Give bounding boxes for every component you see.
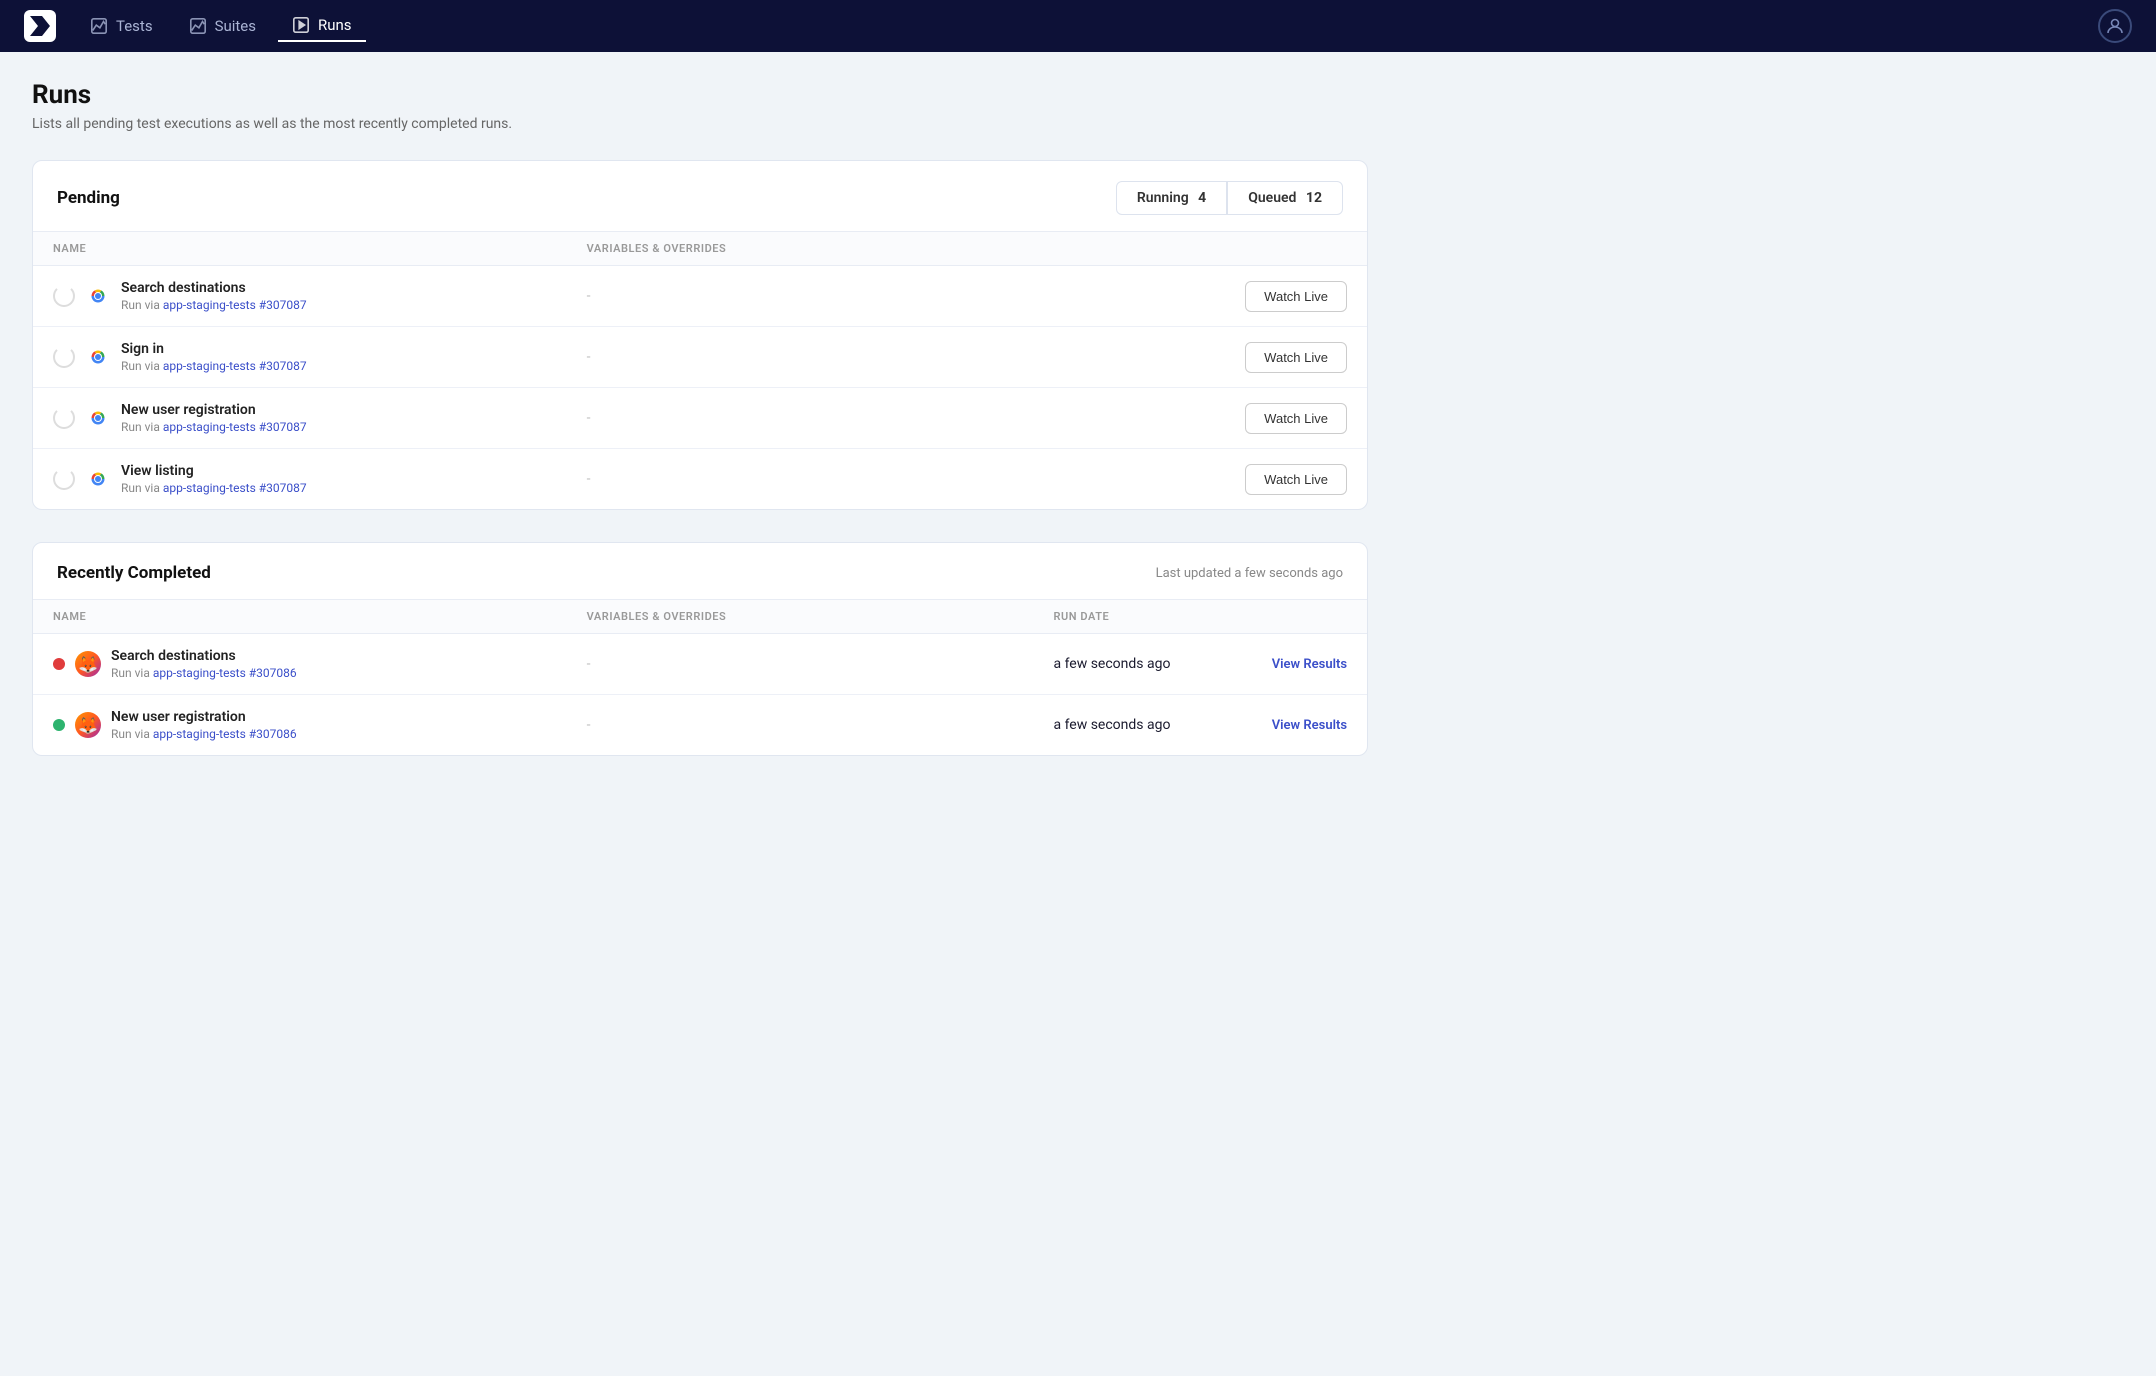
firefox-browser-icon: 🦊 xyxy=(75,712,101,738)
run-via-text: Run via app-staging-tests #307087 xyxy=(121,359,307,373)
spinner-icon xyxy=(53,407,75,429)
run-via-text: Run via app-staging-tests #307086 xyxy=(111,727,297,741)
page-subtitle: Lists all pending test executions as wel… xyxy=(32,116,1368,132)
run-link[interactable]: app-staging-tests #307087 xyxy=(163,359,307,373)
page-title: Runs xyxy=(32,80,1368,110)
spinner-icon xyxy=(53,285,75,307)
pending-table: NAME VARIABLES & OVERRIDES Search des xyxy=(33,231,1367,509)
pending-section: Pending Running 4 Queued 12 NAME VARIABL… xyxy=(32,160,1368,510)
pending-col-action-header xyxy=(1167,232,1367,266)
pending-row-vars: - xyxy=(567,266,1167,327)
test-name: View listing xyxy=(121,463,307,479)
view-results-link[interactable]: View Results xyxy=(1272,657,1347,672)
run-date: a few seconds ago xyxy=(1053,656,1170,672)
run-via-text: Run via app-staging-tests #307087 xyxy=(121,481,307,495)
pending-row-name-cell: View listing Run via app-staging-tests #… xyxy=(33,449,567,510)
running-badge[interactable]: Running 4 xyxy=(1116,181,1227,215)
vars-dash: - xyxy=(587,656,591,672)
chrome-browser-icon xyxy=(85,283,111,309)
pending-row-name-cell: Search destinations Run via app-staging-… xyxy=(33,266,567,327)
pending-table-row: Sign in Run via app-staging-tests #30708… xyxy=(33,327,1367,388)
app-logo[interactable] xyxy=(24,10,56,42)
rc-row-name-cell: 🦊 New user registration Run via app-stag… xyxy=(33,695,567,756)
last-updated-text: Last updated a few seconds ago xyxy=(1156,566,1343,581)
pending-row-action: Watch Live xyxy=(1167,266,1367,327)
pending-table-row: Search destinations Run via app-staging-… xyxy=(33,266,1367,327)
rc-table-row: 🦊 Search destinations Run via app-stagin… xyxy=(33,634,1367,695)
test-name: New user registration xyxy=(111,709,297,725)
spinner-icon xyxy=(53,468,75,490)
nav-item-tests[interactable]: Tests xyxy=(76,11,167,41)
pending-row-action: Watch Live xyxy=(1167,388,1367,449)
recently-completed-section: Recently Completed Last updated a few se… xyxy=(32,542,1368,756)
run-via-text: Run via app-staging-tests #307086 xyxy=(111,666,297,680)
pending-row-action: Watch Live xyxy=(1167,327,1367,388)
pending-section-title: Pending xyxy=(57,188,120,208)
page-content: Runs Lists all pending test executions a… xyxy=(0,52,1400,816)
firefox-browser-icon: 🦊 xyxy=(75,651,101,677)
chrome-browser-icon xyxy=(85,466,111,492)
run-link[interactable]: app-staging-tests #307087 xyxy=(163,481,307,495)
vars-dash: - xyxy=(587,471,591,487)
pending-row-vars: - xyxy=(567,388,1167,449)
rc-row-vars: - xyxy=(567,695,1034,756)
rc-row-action: View Results xyxy=(1234,634,1367,695)
chrome-browser-icon xyxy=(85,405,111,431)
watch-live-button[interactable]: Watch Live xyxy=(1245,464,1347,495)
user-avatar[interactable] xyxy=(2098,9,2132,43)
top-navigation: Tests Suites Runs xyxy=(0,0,2156,52)
pending-row-action: Watch Live xyxy=(1167,449,1367,510)
watch-live-button[interactable]: Watch Live xyxy=(1245,281,1347,312)
rc-table-row: 🦊 New user registration Run via app-stag… xyxy=(33,695,1367,756)
rc-col-name-header: NAME xyxy=(33,600,567,634)
status-dot xyxy=(53,719,65,731)
chrome-browser-icon xyxy=(85,344,111,370)
rc-row-date: a few seconds ago xyxy=(1033,695,1233,756)
rc-row-name-cell: 🦊 Search destinations Run via app-stagin… xyxy=(33,634,567,695)
run-link[interactable]: app-staging-tests #307087 xyxy=(163,420,307,434)
rc-row-action: View Results xyxy=(1234,695,1367,756)
recently-completed-header: Recently Completed Last updated a few se… xyxy=(33,543,1367,599)
queued-badge[interactable]: Queued 12 xyxy=(1227,181,1343,215)
test-name: Search destinations xyxy=(111,648,297,664)
pending-row-name-cell: Sign in Run via app-staging-tests #30708… xyxy=(33,327,567,388)
status-dot xyxy=(53,658,65,670)
pending-section-header: Pending Running 4 Queued 12 xyxy=(33,161,1367,231)
run-link[interactable]: app-staging-tests #307087 xyxy=(163,298,307,312)
run-via-text: Run via app-staging-tests #307087 xyxy=(121,298,307,312)
run-date: a few seconds ago xyxy=(1053,717,1170,733)
recently-completed-title: Recently Completed xyxy=(57,563,211,583)
pending-row-vars: - xyxy=(567,449,1167,510)
pending-table-row: View listing Run via app-staging-tests #… xyxy=(33,449,1367,510)
test-name: New user registration xyxy=(121,402,307,418)
nav-item-runs[interactable]: Runs xyxy=(278,10,366,42)
run-link[interactable]: app-staging-tests #307086 xyxy=(153,727,297,741)
vars-dash: - xyxy=(587,288,591,304)
watch-live-button[interactable]: Watch Live xyxy=(1245,342,1347,373)
recently-completed-table: NAME VARIABLES & OVERRIDES RUN DATE 🦊 Se… xyxy=(33,599,1367,755)
run-link[interactable]: app-staging-tests #307086 xyxy=(153,666,297,680)
spinner-icon xyxy=(53,346,75,368)
view-results-link[interactable]: View Results xyxy=(1272,718,1347,733)
watch-live-button[interactable]: Watch Live xyxy=(1245,403,1347,434)
pending-badges: Running 4 Queued 12 xyxy=(1116,181,1343,215)
nav-item-suites[interactable]: Suites xyxy=(175,11,270,41)
rc-col-action-header xyxy=(1234,600,1367,634)
pending-col-name-header: NAME xyxy=(33,232,567,266)
vars-dash: - xyxy=(587,349,591,365)
pending-col-vars-header: VARIABLES & OVERRIDES xyxy=(567,232,1167,266)
rc-row-vars: - xyxy=(567,634,1034,695)
test-name: Sign in xyxy=(121,341,307,357)
pending-table-row: New user registration Run via app-stagin… xyxy=(33,388,1367,449)
vars-dash: - xyxy=(587,410,591,426)
rc-col-vars-header: VARIABLES & OVERRIDES xyxy=(567,600,1034,634)
rc-col-date-header: RUN DATE xyxy=(1033,600,1233,634)
vars-dash: - xyxy=(587,717,591,733)
rc-row-date: a few seconds ago xyxy=(1033,634,1233,695)
pending-row-name-cell: New user registration Run via app-stagin… xyxy=(33,388,567,449)
pending-row-vars: - xyxy=(567,327,1167,388)
test-name: Search destinations xyxy=(121,280,307,296)
run-via-text: Run via app-staging-tests #307087 xyxy=(121,420,307,434)
